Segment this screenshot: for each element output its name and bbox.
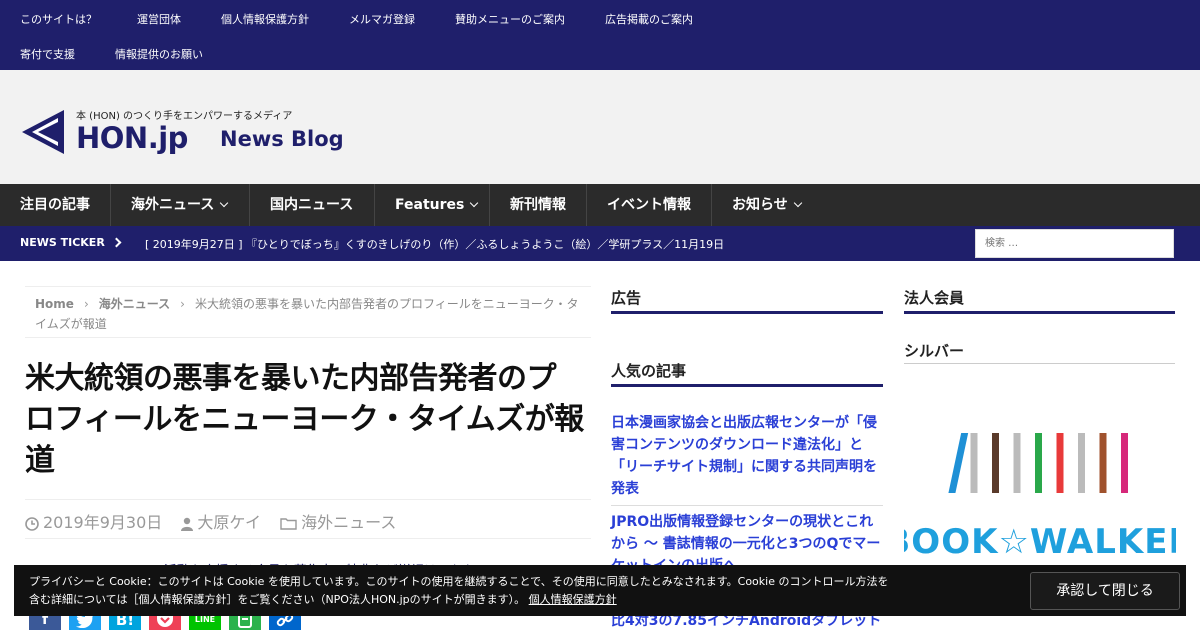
heading-underline: [611, 384, 883, 387]
divider: [611, 505, 883, 506]
cookie-message-text: 含む詳細については［個人情報保護方針］をご覧ください（NPO法人HON.jpのサ…: [29, 593, 526, 606]
nav-item-label: 新刊情報: [510, 197, 566, 213]
chevron-down-icon: [220, 198, 229, 208]
search-input[interactable]: [975, 229, 1174, 258]
heading-underline: [611, 311, 883, 314]
logo-bar: [1099, 433, 1107, 493]
top-link-advertising[interactable]: 広告掲載のご案内: [605, 11, 693, 27]
nav-item-label: 注目の記事: [20, 197, 90, 213]
post-author[interactable]: 大原ケイ: [197, 513, 261, 532]
sponsor-name: BOOK☆WALKER: [904, 522, 1176, 562]
ad-heading: 広告: [611, 289, 642, 307]
cookie-privacy-link[interactable]: 個人情報保護方針: [529, 593, 617, 606]
logo-bar: [1056, 433, 1064, 493]
logo-bar: [1121, 433, 1128, 493]
logo-suffix[interactable]: News Blog: [220, 127, 344, 151]
breadcrumb: Home › 海外ニュース › 米大統領の悪事を暴いた内部告発者のプロフィールをニューヨ…: [25, 286, 591, 338]
post-meta: 2019年9月30日 大原ケイ 海外ニュース: [25, 499, 591, 539]
popular-article-link[interactable]: 日本漫画家協会と出版広報センターが「侵害コンテンツのダウンロード違法化」と「リー…: [611, 412, 883, 500]
top-utility-bar: このサイトは？ 運営団体 個人情報保護方針 メルマガ登録 賛助メニューのご案内 …: [0, 0, 1200, 70]
logo-tagline: 本 (HON) のつくり手をエンパワーするメディア: [76, 111, 293, 122]
ticker-label: NEWS TICKER: [20, 236, 105, 249]
top-link-newsletter[interactable]: メルマガ登録: [349, 11, 415, 27]
nav-item-label: イベント情報: [607, 197, 691, 213]
folder-icon: [280, 518, 297, 530]
accept-close-button[interactable]: 承認して閉じる: [1030, 572, 1180, 610]
page-title: 米大統領の悪事を暴いた内部告発者のプロフィールをニューヨーク・タイムズが報道: [25, 361, 584, 478]
nav-item-label: 国内ニュース: [270, 197, 354, 213]
members-heading: 法人会員: [904, 289, 965, 307]
nav-item-label: Features: [395, 197, 465, 213]
top-link-tips[interactable]: 情報提供のお願い: [115, 46, 203, 62]
breadcrumb-separator: ›: [180, 297, 185, 311]
logo-bar: [1013, 433, 1021, 493]
breadcrumb-category[interactable]: 海外ニュース: [99, 297, 170, 311]
paper-plane-logo-icon[interactable]: [20, 108, 66, 156]
ticker-headline[interactable]: [ 2019年9月27日 ] 『ひとりでぼっち』くすのきしげのり（作）／ふるしょ…: [145, 236, 724, 252]
logo-bar: [992, 433, 999, 493]
chevron-down-icon: [470, 198, 479, 208]
breadcrumb-separator: ›: [83, 297, 89, 311]
logo-bar: [1035, 433, 1042, 493]
site-header: 本 (HON) のつくり手をエンパワーするメディア HON.jp News Bl…: [0, 70, 1200, 184]
nav-item-announcements[interactable]: お知らせ: [712, 184, 822, 226]
nav-item-features[interactable]: Features: [375, 184, 490, 226]
nav-item-events[interactable]: イベント情報: [587, 184, 712, 226]
nav-item-featured[interactable]: 注目の記事: [0, 184, 111, 226]
logo-bar: [1078, 433, 1085, 493]
logo-name[interactable]: HON.jp: [76, 121, 188, 155]
cookie-consent-bar: プライバシーと Cookie：このサイトは Cookie を使用しています。この…: [14, 565, 1186, 616]
clock-icon: [25, 516, 39, 531]
logo-bar: [970, 433, 978, 493]
nav-item-label: 海外ニュース: [131, 197, 215, 213]
member-tier-heading: シルバー: [904, 342, 965, 360]
top-link-privacy[interactable]: 個人情報保護方針: [221, 11, 309, 27]
cookie-message: プライバシーと Cookie：このサイトは Cookie を使用しています。この…: [29, 573, 989, 609]
logo-bar: [948, 433, 969, 493]
top-link-organization[interactable]: 運営団体: [137, 11, 181, 27]
nav-item-domestic-news[interactable]: 国内ニュース: [250, 184, 375, 226]
main-nav: 注目の記事 海外ニュース 国内ニュース Features 新刊情報 イベント情報…: [0, 184, 1200, 226]
top-link-sponsor-menu[interactable]: 賛助メニューのご案内: [455, 11, 565, 27]
cookie-message-line: プライバシーと Cookie：このサイトは Cookie を使用しています。この…: [29, 575, 889, 588]
breadcrumb-home[interactable]: Home: [35, 297, 74, 311]
chevron-down-icon: [793, 198, 802, 208]
post-category[interactable]: 海外ニュース: [301, 513, 396, 532]
heading-underline: [904, 363, 1175, 364]
nav-item-label: お知らせ: [732, 197, 788, 213]
cookie-message-line: 含む詳細については［個人情報保護方針］をご覧ください（NPO法人HON.jpのサ…: [29, 591, 989, 609]
bookwalker-logo[interactable]: BOOK☆WALKER: [904, 415, 1176, 565]
nav-item-overseas-news[interactable]: 海外ニュース: [111, 184, 250, 226]
heading-underline: [904, 311, 1175, 314]
popular-heading: 人気の記事: [611, 362, 687, 380]
chevron-right-icon: [111, 237, 122, 248]
top-link-about[interactable]: このサイトは？: [20, 11, 97, 27]
post-date: 2019年9月30日: [43, 513, 163, 532]
user-icon: [181, 517, 194, 531]
top-link-donate[interactable]: 寄付で支援: [20, 46, 75, 62]
nav-item-new-releases[interactable]: 新刊情報: [490, 184, 587, 226]
